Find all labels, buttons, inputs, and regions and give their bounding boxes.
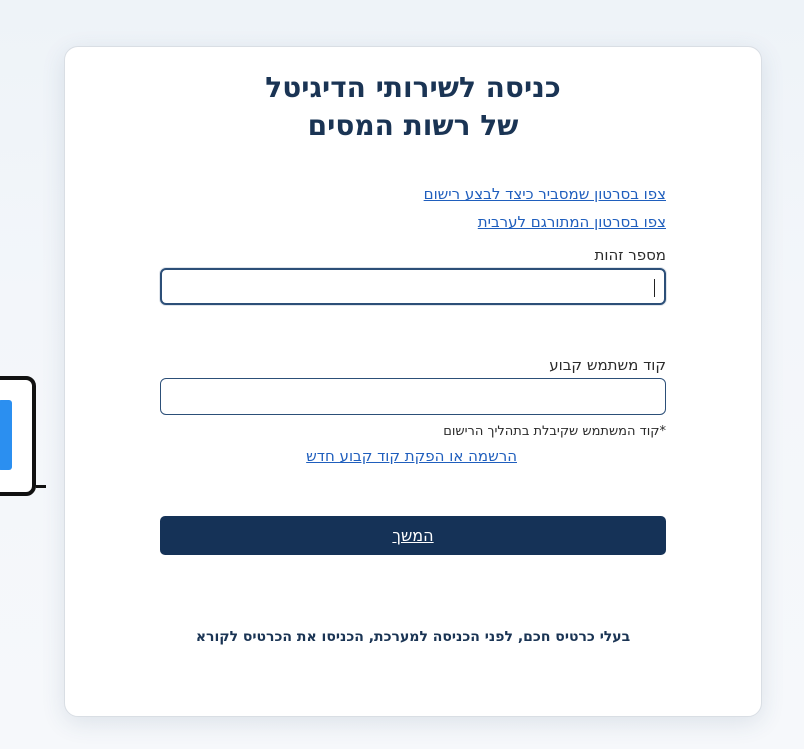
page-title: כניסה לשירותי הדיגיטל של רשות המסים xyxy=(65,69,761,145)
continue-button[interactable]: המשך xyxy=(160,516,666,555)
page-title-line2: של רשות המסים xyxy=(307,109,519,142)
id-number-input[interactable] xyxy=(160,268,666,305)
arabic-video-link[interactable]: צפו בסרטון המתורגם לערבית xyxy=(478,213,666,231)
background-illustration xyxy=(0,376,46,496)
text-caret xyxy=(654,279,655,297)
login-card: כניסה לשירותי הדיגיטל של רשות המסים צפו … xyxy=(64,46,762,717)
register-new-code-link[interactable]: הרשמה או הפקת קוד קבוע חדש xyxy=(306,447,517,465)
user-code-input[interactable] xyxy=(160,378,666,415)
user-code-hint: *קוד המשתמש שקיבלת בתהליך הרישום xyxy=(443,424,666,439)
smartcard-note: בעלי כרטיס חכם, לפני הכניסה למערכת, הכני… xyxy=(195,629,631,645)
illustration-screen xyxy=(0,400,12,470)
user-code-label: קוד משתמש קבוע xyxy=(549,356,666,374)
page-title-line1: כניסה לשירותי הדיגיטל xyxy=(265,71,561,104)
id-number-label: מספר זהות xyxy=(594,246,666,264)
registration-video-link[interactable]: צפו בסרטון שמסביר כיצד לבצע רישום xyxy=(424,185,666,203)
illustration-cable xyxy=(36,485,46,488)
